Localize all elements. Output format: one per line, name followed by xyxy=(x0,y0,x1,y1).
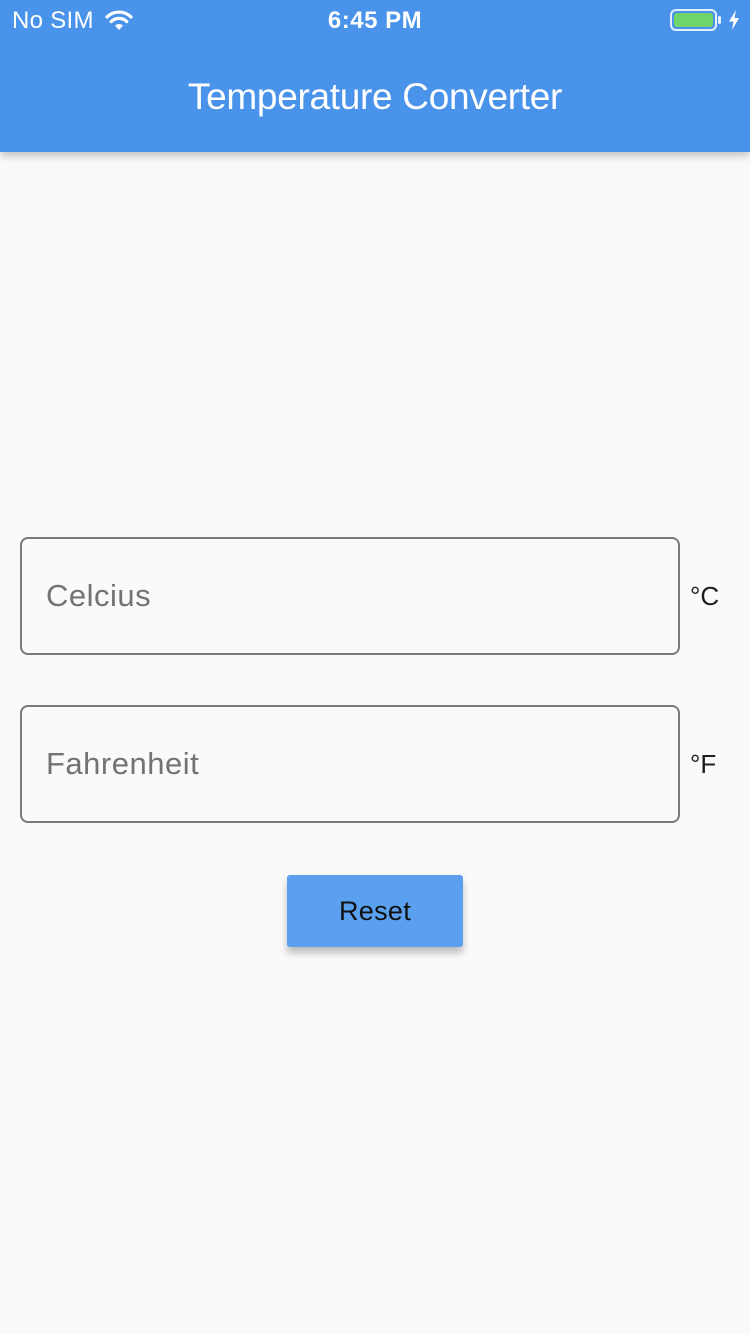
fahrenheit-input[interactable] xyxy=(22,707,678,821)
status-time: 6:45 PM xyxy=(327,7,423,34)
reset-button[interactable]: Reset xyxy=(287,875,463,947)
celsius-unit-label: °C xyxy=(690,581,720,611)
temperature-converter-screen: No SIM 6:45 PM Temperature Converter °C … xyxy=(0,0,750,1334)
page-title: Temperature Converter xyxy=(187,76,563,117)
battery-icon xyxy=(670,9,721,31)
fahrenheit-unit-label: °F xyxy=(690,749,717,779)
charging-bolt-icon xyxy=(729,10,739,30)
celsius-field[interactable] xyxy=(20,537,680,655)
app-bar: No SIM 6:45 PM Temperature Converter xyxy=(0,0,750,152)
fahrenheit-field[interactable] xyxy=(20,705,680,823)
status-bar: No SIM 6:45 PM xyxy=(0,0,750,40)
celsius-input[interactable] xyxy=(22,539,678,653)
